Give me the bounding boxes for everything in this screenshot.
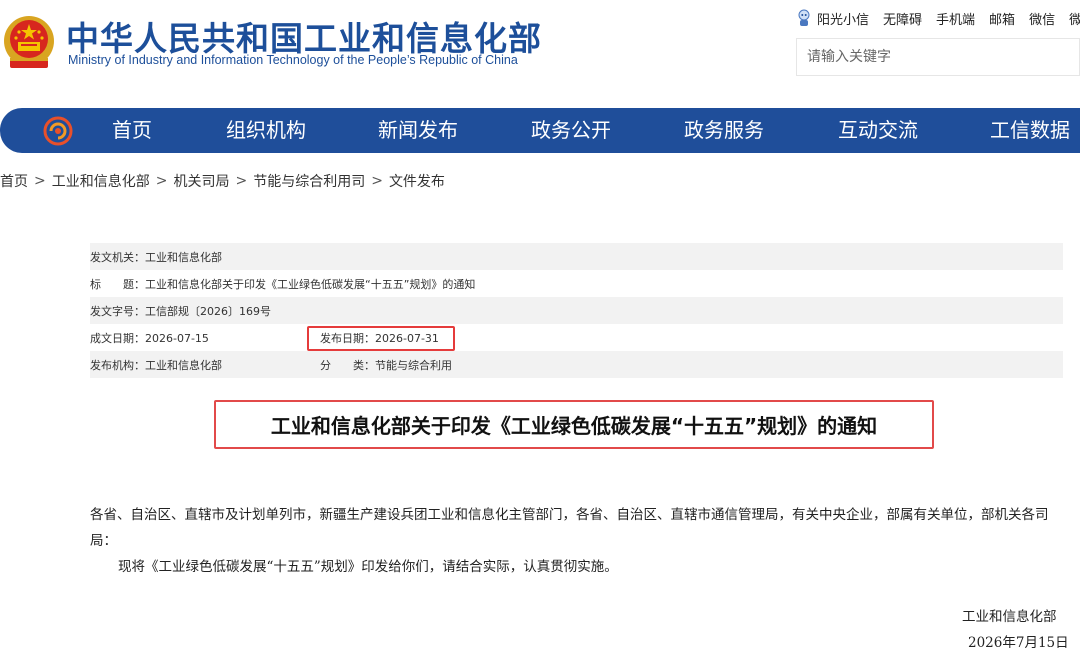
top-links: 阳光小信 无障碍 手机端 邮箱 微信 微博	[796, 8, 1080, 28]
miit-logo-icon	[43, 116, 73, 146]
breadcrumb-separator-icon: >	[34, 173, 46, 189]
category-value: 节能与综合利用	[375, 358, 452, 372]
nav-government-services[interactable]: 政务服务	[684, 108, 764, 153]
signature-date: 2026年7月15日	[968, 635, 1069, 648]
meta-row-issuer: 发文机关：工业和信息化部	[90, 243, 1063, 270]
document-meta-table: 发文机关：工业和信息化部 标 题：工业和信息化部关于印发《工业绿色低碳发展“十五…	[90, 243, 1063, 378]
breadcrumb-departments[interactable]: 机关司局	[173, 171, 229, 191]
title-label: 标 题：	[90, 277, 145, 291]
breadcrumb-separator-icon: >	[235, 173, 248, 189]
site-subtitle: Ministry of Industry and Information Tec…	[68, 53, 518, 67]
doc-number-value: 工信部规〔2026〕169号	[145, 304, 271, 318]
document-title: 工业和信息化部关于印发《工业绿色低碳发展“十五五”规划》的通知	[270, 414, 878, 438]
nav-data[interactable]: 工信数据	[990, 108, 1070, 153]
nav-government-affairs[interactable]: 政务公开	[531, 108, 611, 153]
weibo-link[interactable]: 微博	[1069, 9, 1080, 28]
nav-news[interactable]: 新闻发布	[378, 108, 458, 153]
title-value: 工业和信息化部关于印发《工业绿色低碳发展“十五五”规划》的通知	[145, 277, 476, 291]
search-input[interactable]	[797, 39, 1079, 75]
document-body: 各省、自治区、直辖市及计划单列市，新疆生产建设兵团工业和信息化主管部门，各省、自…	[90, 502, 1056, 580]
breadcrumb-home[interactable]: 首页	[0, 171, 28, 191]
breadcrumb-separator-icon: >	[155, 173, 168, 189]
issuer-value: 工业和信息化部	[145, 250, 222, 264]
nav-interaction[interactable]: 互动交流	[838, 108, 918, 153]
written-date-label: 成文日期：	[90, 331, 145, 345]
meta-row-doc-number: 发文字号：工信部规〔2026〕169号	[90, 297, 1063, 324]
site-header: 中华人民共和国工业和信息化部 Ministry of Industry and …	[0, 0, 1080, 108]
breadcrumb-energy-saving-dept[interactable]: 节能与综合利用司	[253, 171, 365, 191]
meta-row-publisher: 发布机构：工业和信息化部 分 类：节能与综合利用	[90, 351, 1063, 378]
issuer-label: 发文机关：	[90, 250, 145, 264]
publish-date-label: 发布日期：	[320, 331, 375, 345]
top-link-label: 阳光小信	[817, 12, 870, 28]
wechat-link[interactable]: 微信	[1029, 9, 1055, 28]
breadcrumb-separator-icon: >	[371, 173, 383, 189]
robot-assistant-icon	[798, 9, 810, 26]
publisher-label: 发布机构：	[90, 358, 145, 372]
accessibility-link[interactable]: 无障碍	[883, 9, 922, 28]
written-date-value: 2026-07-15	[145, 331, 209, 345]
sunshine-xiaoxin-link[interactable]: 阳光小信	[796, 9, 869, 28]
meta-row-dates: 成文日期：2026-07-15 发布日期：2026-07-31	[90, 324, 1063, 351]
category-label: 分 类：	[320, 358, 375, 372]
document-title-highlight: 工业和信息化部关于印发《工业绿色低碳发展“十五五”规划》的通知	[214, 400, 934, 449]
doc-number-label: 发文字号：	[90, 304, 145, 318]
signature-organization: 工业和信息化部	[962, 609, 1057, 625]
breadcrumb: 首页 > 工业和信息化部 > 机关司局 > 节能与综合利用司 > 文件发布	[0, 171, 445, 191]
publish-date-value: 2026-07-31	[375, 331, 439, 345]
document-paragraph: 现将《工业绿色低碳发展“十五五”规划》印发给你们，请结合实际，认真贯彻实施。	[118, 559, 618, 575]
breadcrumb-ministry[interactable]: 工业和信息化部	[52, 171, 150, 191]
nav-organization[interactable]: 组织机构	[226, 108, 306, 153]
meta-row-title: 标 题：工业和信息化部关于印发《工业绿色低碳发展“十五五”规划》的通知	[90, 270, 1063, 297]
main-nav: 首页 组织机构 新闻发布 政务公开 政务服务 互动交流 工信数据	[0, 108, 1080, 153]
search-box	[796, 38, 1080, 76]
mailbox-link[interactable]: 邮箱	[989, 9, 1015, 28]
mobile-link[interactable]: 手机端	[936, 9, 975, 28]
nav-home[interactable]: 首页	[112, 108, 152, 153]
document-addressees: 各省、自治区、直辖市及计划单列市，新疆生产建设兵团工业和信息化主管部门，各省、自…	[90, 507, 1049, 549]
national-emblem-icon	[4, 16, 54, 68]
publisher-value: 工业和信息化部	[145, 358, 222, 372]
breadcrumb-file-release[interactable]: 文件发布	[389, 171, 445, 191]
